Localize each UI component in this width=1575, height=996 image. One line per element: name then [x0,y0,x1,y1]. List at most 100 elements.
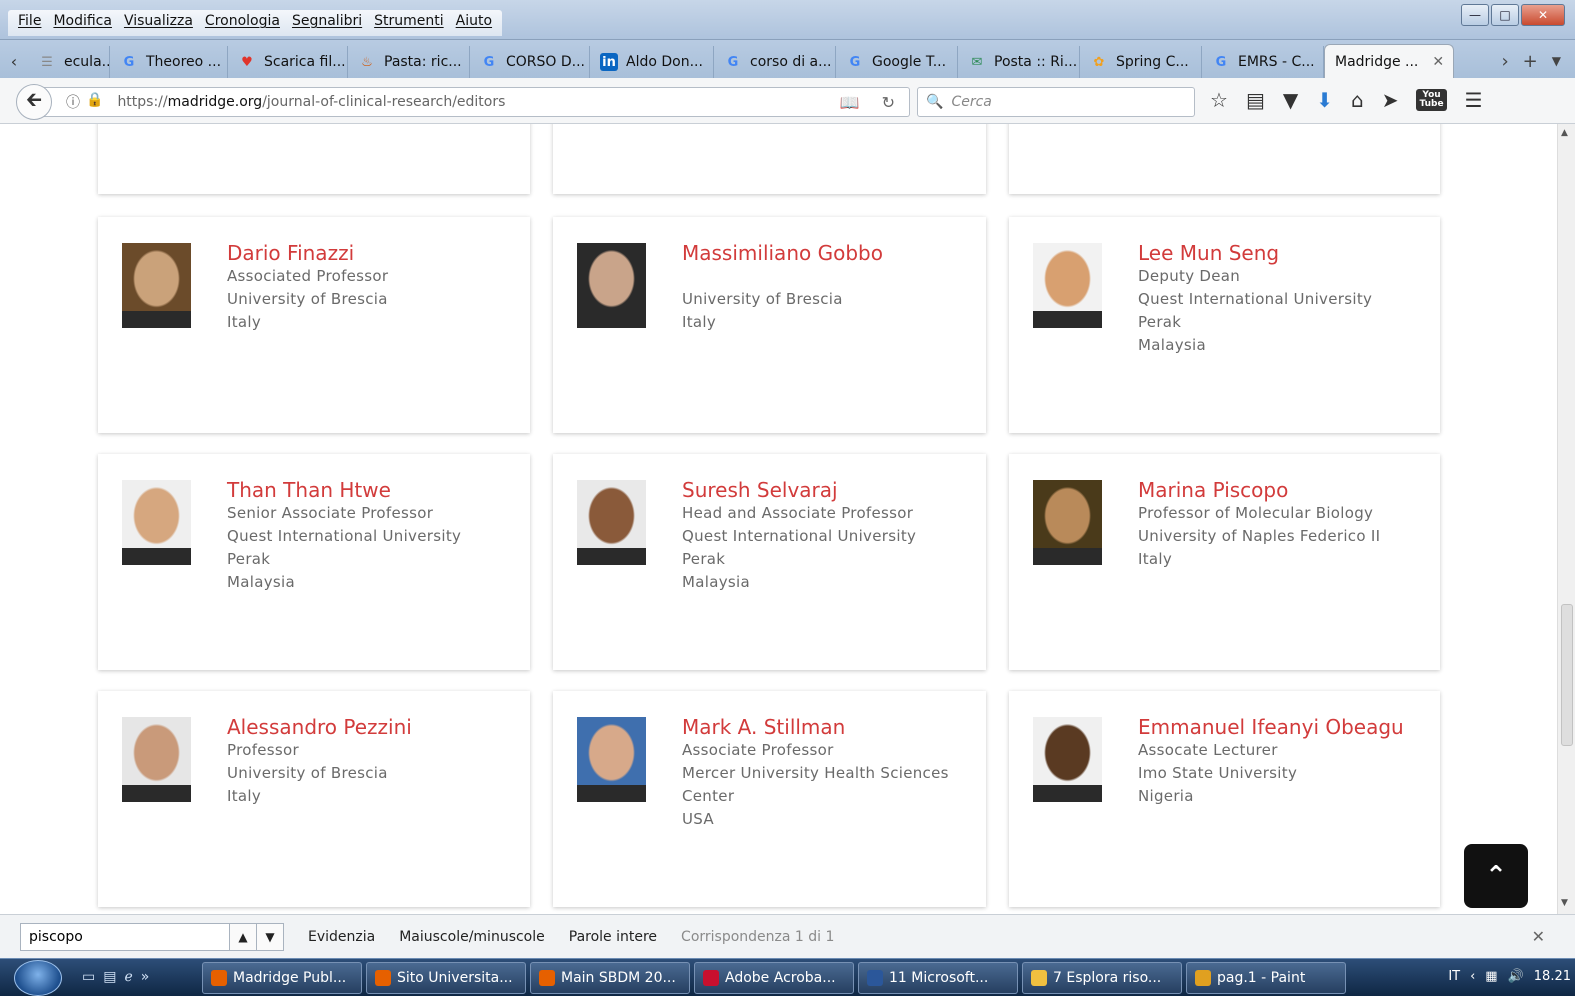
switch-windows-icon[interactable]: ▤ [103,969,116,985]
browser-tab[interactable]: ☰ ecula... [28,46,110,78]
url-bar[interactable]: ⓘ 🔒 https://madridge.org/journal-of-clin… [44,87,910,117]
editor-name-link[interactable]: Emmanuel Ifeanyi Obeagu [1138,715,1430,739]
editor-detail: Italy [227,313,262,331]
new-tab-icon[interactable]: + [1523,51,1538,72]
editor-name-link[interactable]: Than Than Htwe [227,478,520,502]
taskbar-item[interactable]: Main SBDM 20... [530,962,690,994]
editor-name-link[interactable]: Suresh Selvaraj [682,478,976,502]
maximize-icon[interactable]: □ [1491,4,1519,26]
editor-card-partial [1009,124,1440,194]
editor-name-link[interactable]: Dario Finazzi [227,241,520,265]
scrollbar-thumb[interactable] [1561,604,1573,746]
show-desktop-icon[interactable]: ▭ [82,969,95,985]
taskbar-item[interactable]: 11 Microsoft... [858,962,1018,994]
taskbar-item[interactable]: Adobe Acroba... [694,962,854,994]
editor-detail: Professor [227,741,299,759]
send-icon[interactable]: ➤ [1382,88,1399,112]
tray-expand-icon[interactable]: ‹ [1470,969,1475,984]
tab-bar-actions: › + ▼ [1501,44,1575,78]
close-tab-icon[interactable]: ✕ [1432,54,1444,70]
find-next-button[interactable]: ▼ [256,922,284,951]
menu-cronologia[interactable]: Cronologia [201,13,284,36]
app-icon [867,970,883,986]
chevron-down-icon: ▼ [265,929,275,944]
browser-tab[interactable]: ♥ Scarica fil... [228,46,348,78]
language-indicator[interactable]: IT [1448,969,1460,984]
back-to-top-button[interactable]: ⌃ [1464,844,1528,908]
editor-detail: Italy [227,787,262,805]
browser-tab[interactable]: in Aldo Don... [590,46,714,78]
url-text[interactable]: https://madridge.org/journal-of-clinical… [117,94,505,110]
browser-tab[interactable]: G Google T... [836,46,958,78]
menu-segnalibri[interactable]: Segnalibri [288,13,366,36]
editor-name-link[interactable]: Alessandro Pezzini [227,715,520,739]
volume-icon[interactable]: 🔊 [1508,969,1524,984]
tab-scroll-right-icon[interactable]: › [1501,51,1508,72]
match-case-option[interactable]: Maiuscole/minuscole [399,929,545,945]
find-previous-button[interactable]: ▲ [229,922,257,951]
home-icon[interactable]: ⌂ [1351,88,1364,112]
browser-tab[interactable]: ♨ Pasta: ric... [348,46,470,78]
scroll-up-icon[interactable]: ▲ [1561,128,1568,138]
info-icon[interactable]: ⓘ [66,92,80,112]
taskbar-item[interactable]: pag.1 - Paint [1186,962,1346,994]
page-scrollbar[interactable]: ▲ ▼ [1557,124,1575,914]
browser-tab[interactable]: Gcorso di a... [714,46,836,78]
highlight-all-option[interactable]: Evidenzia [308,929,375,945]
editor-detail: Perak [682,550,726,568]
quick-launch: ▭ ▤ ℯ » [82,969,149,985]
browser-tab[interactable]: Madridge ... ✕ [1324,44,1454,78]
editor-detail: Assocate Lecturer [1138,741,1278,759]
editor-name-link[interactable]: Lee Mun Seng [1138,241,1430,265]
reader-view-icon[interactable]: 📖 [840,93,860,112]
start-button[interactable] [14,960,62,996]
pocket-icon[interactable]: ▼ [1283,88,1298,112]
bookmark-star-icon[interactable]: ☆ [1210,88,1228,112]
browser-tab[interactable]: ✉ Posta :: Ri... [958,46,1080,78]
reload-icon[interactable]: ↻ [882,93,895,112]
menu-aiuto[interactable]: Aiuto [452,13,496,36]
close-window-icon[interactable]: ✕ [1521,4,1565,26]
scroll-down-icon[interactable]: ▼ [1561,898,1568,908]
close-find-bar-icon[interactable]: ✕ [1532,927,1545,946]
search-input[interactable]: 🔍 Cerca [917,87,1195,117]
tab-list-dropdown-icon[interactable]: ▼ [1552,54,1561,68]
editor-name-link[interactable]: Massimiliano Gobbo [682,241,976,265]
editor-name-link[interactable]: Mark A. Stillman [682,715,976,739]
menu-visualizza[interactable]: Visualizza [120,13,197,36]
whole-words-option[interactable]: Parole intere [569,929,657,945]
browser-tab[interactable]: G Theoreo ... [110,46,228,78]
editor-card: Lee Mun Seng Deputy Dean Quest Internation… [1009,217,1440,433]
menu-modifica[interactable]: Modifica [49,13,116,36]
chevron-up-icon: ⌃ [1485,861,1507,891]
browser-tab[interactable]: ✿ Spring C... [1080,46,1202,78]
editor-detail: Associated Professor [227,267,389,285]
editor-name-link[interactable]: Marina Piscopo [1138,478,1430,502]
hamburger-menu-icon[interactable]: ☰ [1465,88,1483,112]
editor-detail [682,265,976,288]
menu-strumenti[interactable]: Strumenti [370,13,448,36]
more-quick-launch-icon[interactable]: » [141,969,150,985]
browser-tab[interactable]: G EMRS - C... [1202,46,1324,78]
back-button[interactable]: 🡰 [16,84,52,120]
app-icon [211,970,227,986]
editor-info: Dario Finazzi Associated Professor Univers… [227,241,520,334]
bookmarks-library-icon[interactable]: ▤ [1246,88,1265,112]
taskbar-item[interactable]: Madridge Publ... [202,962,362,994]
url-domain: madridge.org [167,94,263,110]
internet-explorer-icon[interactable]: ℯ [124,969,132,985]
network-icon[interactable]: ▦ [1485,969,1497,984]
taskbar-item-label: Main SBDM 20... [561,970,676,986]
taskbar-item[interactable]: Sito Universita... [366,962,526,994]
browser-tab[interactable]: G CORSO D... [470,46,590,78]
find-input[interactable] [20,922,230,951]
tab-scroll-left-icon[interactable]: ‹ [0,44,28,78]
youtube-icon[interactable]: You Tube [1416,89,1447,111]
taskbar-item[interactable]: 7 Esplora riso... [1022,962,1182,994]
minimize-icon[interactable]: — [1461,4,1489,26]
menu-file[interactable]: File [14,13,45,36]
heart-icon: ♥ [241,54,253,70]
download-icon[interactable]: ⬇ [1316,88,1333,112]
url-identity[interactable]: ⓘ 🔒 [66,92,103,112]
clock[interactable]: 18.21 [1534,969,1571,984]
